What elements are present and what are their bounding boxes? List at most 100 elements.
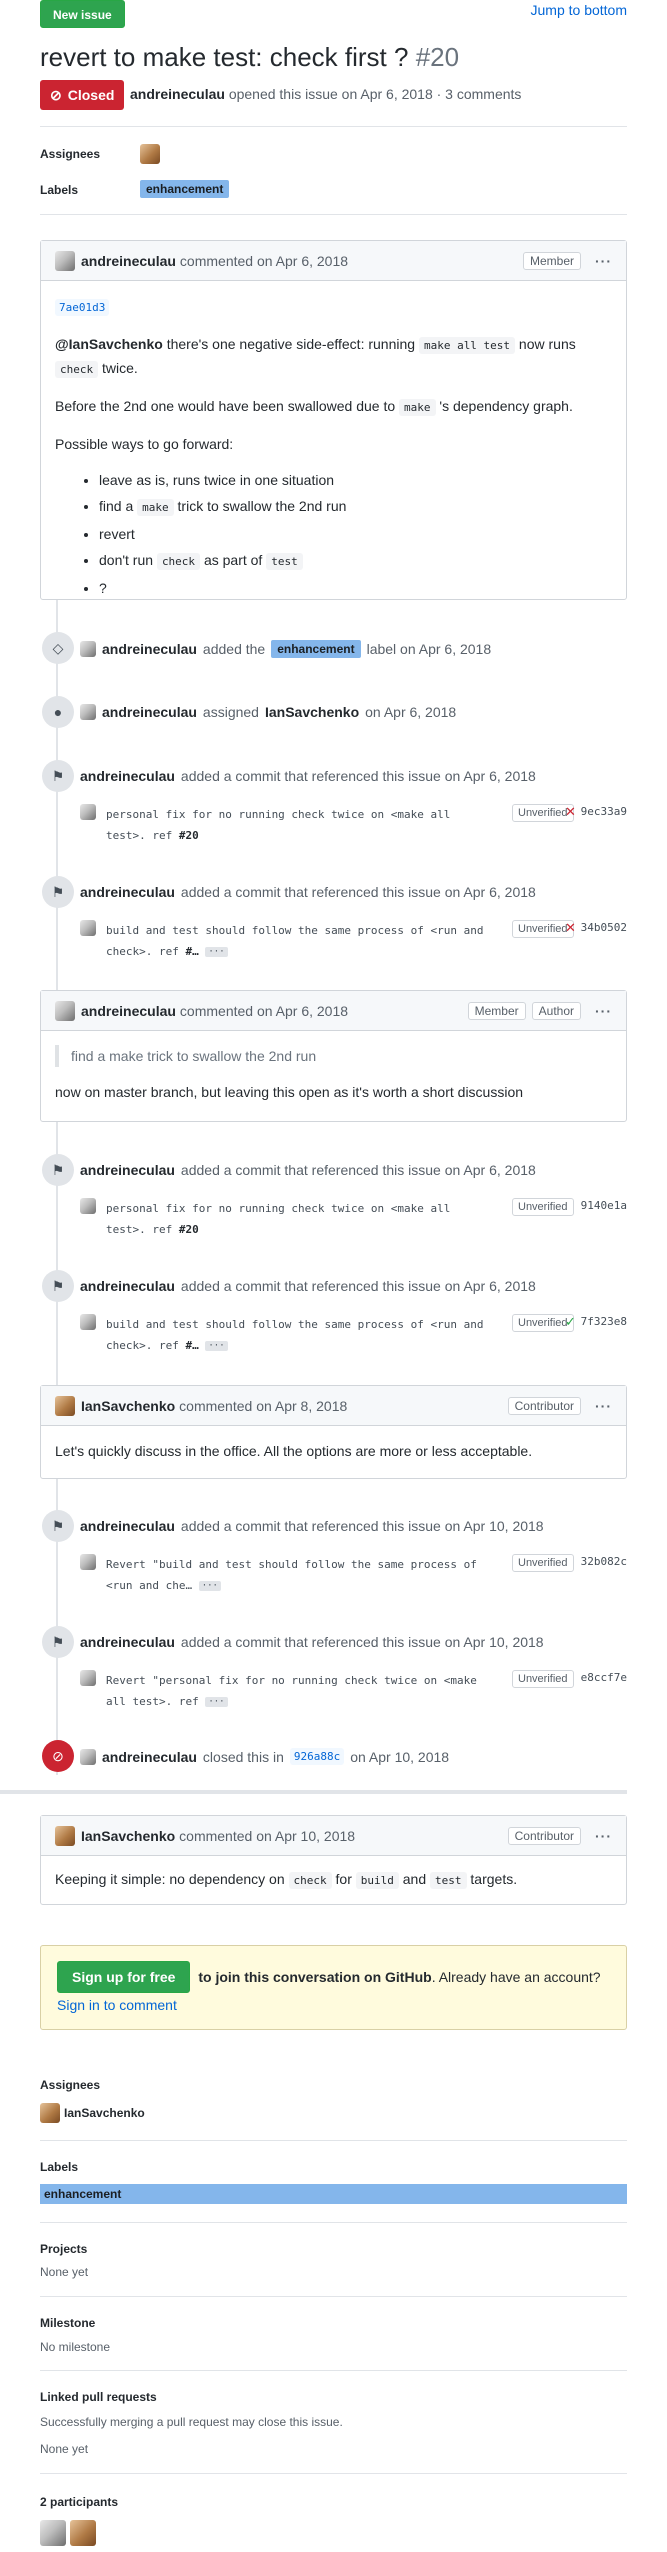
commit-row: personal fix for no running check twice … bbox=[80, 1198, 627, 1242]
event-author[interactable]: andreineculau bbox=[80, 768, 175, 784]
comment-time[interactable]: commented on Apr 6, 2018 bbox=[180, 1003, 348, 1019]
avatar[interactable] bbox=[55, 1395, 75, 1416]
comment-box: IanSavchenko commented on Apr 8, 2018 Co… bbox=[40, 1385, 627, 1479]
labels-heading: Labels bbox=[40, 2160, 79, 2174]
avatar[interactable] bbox=[40, 2103, 60, 2123]
assignee-link[interactable]: IanSavchenko bbox=[265, 704, 359, 720]
comment-header: IanSavchenko commented on Apr 8, 2018 Co… bbox=[41, 1386, 626, 1426]
unverified-badge[interactable]: Unverified bbox=[512, 1554, 574, 1572]
commit-message[interactable]: Revert "personal fix for no running chec… bbox=[106, 1670, 486, 1712]
avatar[interactable] bbox=[80, 1670, 96, 1686]
comment-time[interactable]: commented on Apr 6, 2018 bbox=[180, 253, 348, 269]
assignees-heading: Assignees bbox=[40, 2078, 101, 2092]
comment-author[interactable]: IanSavchenko bbox=[81, 1828, 175, 1844]
commit-message[interactable]: build and test should follow the same pr… bbox=[106, 920, 486, 962]
assignee-name[interactable]: IanSavchenko bbox=[64, 2106, 145, 2120]
status-label: Closed bbox=[67, 87, 115, 103]
avatar[interactable] bbox=[80, 641, 96, 657]
closed-issue-icon: ⊘ bbox=[50, 87, 62, 103]
participant-avatar[interactable] bbox=[40, 2520, 66, 2546]
event-author[interactable]: andreineculau bbox=[80, 1278, 175, 1294]
unverified-badge[interactable]: Unverified bbox=[512, 1670, 574, 1688]
commit-sha[interactable]: 34b0502 bbox=[581, 921, 627, 934]
comment-time[interactable]: commented on Apr 10, 2018 bbox=[179, 1828, 355, 1844]
status-badge: ⊘ Closed bbox=[40, 80, 125, 110]
label-event: andreineculau added the enhancement labe… bbox=[80, 640, 491, 658]
event-author[interactable]: andreineculau bbox=[102, 1749, 197, 1765]
avatar[interactable] bbox=[80, 804, 96, 820]
expand-ellipsis-button[interactable]: ··· bbox=[198, 1581, 221, 1591]
ci-failed-icon[interactable]: ✕ bbox=[565, 920, 576, 936]
jump-to-bottom-link[interactable]: Jump to bottom bbox=[531, 2, 628, 18]
issue-number: #20 bbox=[415, 42, 460, 72]
commit-sha[interactable]: 9140e1a bbox=[581, 1199, 627, 1212]
label-enhancement[interactable]: enhancement bbox=[40, 2184, 627, 2204]
bookmark-icon: ⚑ bbox=[42, 1154, 74, 1186]
commit-event: andreineculau added a commit that refere… bbox=[80, 1278, 536, 1294]
mention-link[interactable]: @IanSavchenko bbox=[55, 336, 163, 352]
commit-sha[interactable]: 9ec33a9 bbox=[581, 805, 627, 818]
commit-row: Revert "personal fix for no running chec… bbox=[80, 1670, 627, 1714]
unverified-badge[interactable]: Unverified bbox=[512, 1198, 574, 1216]
divider bbox=[40, 2296, 627, 2297]
commit-sha-link[interactable]: 7ae01d3 bbox=[55, 299, 110, 316]
more-options-icon[interactable]: ··· bbox=[595, 1398, 612, 1414]
signup-banner: Sign up for free to join this conversati… bbox=[40, 1945, 627, 2030]
participants-heading: 2 participants bbox=[40, 2495, 119, 2509]
event-author[interactable]: andreineculau bbox=[80, 1634, 175, 1650]
projects-value: None yet bbox=[40, 2265, 89, 2279]
commit-sha[interactable]: 7f323e8 bbox=[581, 1315, 627, 1328]
expand-ellipsis-button[interactable]: ··· bbox=[205, 947, 228, 957]
more-options-icon[interactable]: ··· bbox=[595, 253, 612, 269]
avatar[interactable] bbox=[80, 1554, 96, 1570]
avatar[interactable] bbox=[80, 1198, 96, 1214]
role-badge: Member bbox=[522, 251, 581, 270]
expand-ellipsis-button[interactable]: ··· bbox=[205, 1341, 228, 1351]
event-author[interactable]: andreineculau bbox=[102, 641, 197, 657]
commit-row: build and test should follow the same pr… bbox=[80, 1314, 627, 1358]
avatar[interactable] bbox=[55, 1825, 75, 1846]
avatar[interactable] bbox=[80, 1314, 96, 1330]
commit-sha[interactable]: 32b082c bbox=[581, 1555, 627, 1568]
avatar[interactable] bbox=[80, 920, 96, 936]
comment-header: IanSavchenko commented on Apr 10, 2018 C… bbox=[41, 1816, 626, 1856]
comment-author[interactable]: IanSavchenko bbox=[81, 1398, 175, 1414]
assignee-avatar[interactable] bbox=[140, 144, 160, 164]
blockquote: find a make trick to swallow the 2nd run bbox=[55, 1045, 612, 1067]
avatar[interactable] bbox=[55, 1000, 75, 1021]
event-author[interactable]: andreineculau bbox=[80, 884, 175, 900]
comment-author[interactable]: andreineculau bbox=[81, 253, 176, 269]
event-author[interactable]: andreineculau bbox=[102, 704, 197, 720]
signin-link[interactable]: Sign in to comment bbox=[57, 1997, 177, 2013]
label-enhancement[interactable]: enhancement bbox=[271, 640, 361, 658]
assignee-item[interactable]: IanSavchenko bbox=[40, 2103, 145, 2123]
commit-event: andreineculau added a commit that refere… bbox=[80, 1518, 544, 1534]
participant-avatar[interactable] bbox=[70, 2520, 96, 2546]
ci-failed-icon[interactable]: ✕ bbox=[565, 804, 576, 820]
avatar[interactable] bbox=[80, 1748, 96, 1765]
ci-passed-icon[interactable]: ✓ bbox=[565, 1314, 576, 1330]
label-enhancement[interactable]: enhancement bbox=[140, 180, 230, 198]
commit-sha[interactable]: e8ccf7e bbox=[581, 1671, 627, 1684]
more-options-icon[interactable]: ··· bbox=[595, 1003, 612, 1019]
more-options-icon[interactable]: ··· bbox=[595, 1828, 612, 1844]
commit-message[interactable]: Revert "build and test should follow the… bbox=[106, 1554, 486, 1596]
tag-icon: ◇ bbox=[42, 632, 74, 664]
closed-circle-icon: ⊘ bbox=[42, 1740, 74, 1772]
new-issue-button[interactable]: New issue bbox=[40, 0, 125, 28]
signup-button[interactable]: Sign up for free bbox=[57, 1961, 191, 1993]
issue-author-link[interactable]: andreineculau bbox=[130, 86, 225, 102]
commit-message[interactable]: build and test should follow the same pr… bbox=[106, 1314, 486, 1356]
issue-title: revert to make test: check first ? #20 bbox=[40, 42, 459, 73]
commit-message[interactable]: personal fix for no running check twice … bbox=[106, 1198, 486, 1240]
comment-time[interactable]: commented on Apr 8, 2018 bbox=[179, 1398, 347, 1414]
expand-ellipsis-button[interactable]: ··· bbox=[205, 1697, 228, 1707]
closing-commit-link[interactable]: 926a88c bbox=[289, 1748, 345, 1765]
commit-message[interactable]: personal fix for no running check twice … bbox=[106, 804, 486, 846]
event-author[interactable]: andreineculau bbox=[80, 1162, 175, 1178]
divider bbox=[40, 214, 627, 215]
avatar[interactable] bbox=[55, 250, 75, 271]
avatar[interactable] bbox=[80, 704, 96, 720]
comment-author[interactable]: andreineculau bbox=[81, 1003, 176, 1019]
event-author[interactable]: andreineculau bbox=[80, 1518, 175, 1534]
